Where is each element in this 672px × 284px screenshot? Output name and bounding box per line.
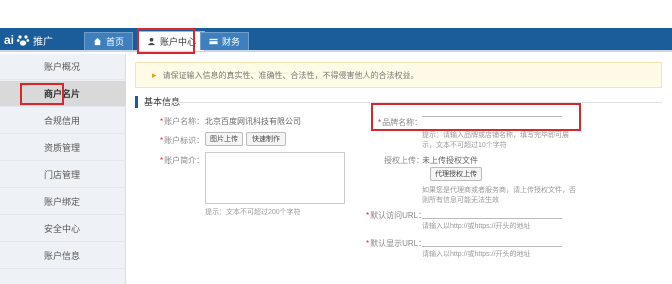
- merchant-name-value: 北京百度网讯科技有限公司: [205, 117, 301, 126]
- tab-finance-label: 财务: [222, 37, 241, 47]
- logo-sub: 推广: [33, 36, 54, 48]
- display-name-label: *品牌名称：: [378, 118, 423, 127]
- default-url-label: *默认访问URL：: [366, 211, 427, 220]
- sidebar-item-label: 门店管理: [44, 170, 81, 180]
- tab-home[interactable]: 首页: [84, 32, 134, 50]
- sidebar-item-compliance[interactable]: 合规信用: [0, 108, 126, 134]
- brand-logo[interactable]: ai 推广: [4, 30, 53, 50]
- sidebar-item-merchant-card[interactable]: 商户名片: [0, 81, 126, 107]
- paw-logo-icon: [16, 35, 30, 46]
- quick-make-button[interactable]: 快速制作: [246, 132, 286, 146]
- sidebar-item-stores[interactable]: 门店管理: [0, 162, 126, 188]
- auth-upload-hint: 如果您是代理商或者服务商，请上传授权文件，否则所有信息可能无法生效: [422, 187, 576, 204]
- sidebar-item-label: 商户名片: [44, 89, 81, 99]
- sidebar-item-qualification[interactable]: 资质管理: [0, 135, 126, 161]
- sidebar: 账户概况 商户名片 合规信用 资质管理 门店管理 账户绑定 安全中心 账户信息: [0, 54, 126, 284]
- sidebar-item-label: 账户信息: [44, 251, 81, 261]
- sidebar-item-label: 账户绑定: [44, 197, 81, 207]
- sidebar-item-binding[interactable]: 账户绑定: [0, 189, 126, 215]
- sidebar-item-label: 合规信用: [44, 116, 81, 126]
- auth-upload-button[interactable]: 代理授权上传: [430, 167, 482, 181]
- sidebar-item-label: 安全中心: [44, 224, 81, 234]
- tab-home-label: 首页: [106, 37, 125, 47]
- intro-textarea[interactable]: [205, 152, 345, 204]
- sidebar-item-label: 资质管理: [44, 143, 81, 153]
- person-icon: [147, 37, 156, 46]
- default-url-input[interactable]: [422, 218, 562, 219]
- tab-account-center-label: 账户中心: [160, 37, 197, 47]
- card-icon: [209, 38, 218, 45]
- display-name-input[interactable]: [422, 116, 562, 117]
- auth-upload-status: 未上传授权文件: [422, 156, 478, 165]
- sidebar-item-security[interactable]: 安全中心: [0, 216, 126, 242]
- sidebar-item-overview[interactable]: 账户概况: [0, 54, 126, 80]
- display-url-label: *默认显示URL：: [366, 239, 427, 248]
- notice-bullet-icon: ▸: [152, 69, 157, 80]
- home-icon: [93, 37, 102, 46]
- notice-bar: ▸ 请保证输入信息的真实性、准确性、合法性，不得侵害他人的合法权益。: [135, 62, 662, 88]
- auth-upload-label: 授权上传：: [384, 156, 424, 165]
- upload-image-button[interactable]: 图片上传: [205, 132, 243, 146]
- display-url-hint: 请输入以http://或https://开头的地址: [422, 251, 531, 258]
- merchant-name-label: *账户名称：: [160, 117, 205, 126]
- tab-account-center[interactable]: 账户中心: [138, 31, 206, 51]
- intro-hint: 提示：文本不可超过200个字符: [205, 209, 301, 216]
- section-divider: [170, 102, 662, 103]
- notice-text: 请保证输入信息的真实性、准确性、合法性，不得侵害他人的合法权益。: [162, 70, 419, 80]
- logo-text: ai: [4, 33, 15, 47]
- intro-label: *账户简介：: [160, 156, 205, 165]
- sidebar-item-account-info[interactable]: 账户信息: [0, 243, 126, 269]
- display-url-input[interactable]: [422, 246, 562, 247]
- merchant-logo-label: *账户标识：: [160, 136, 205, 145]
- default-url-hint: 请输入以http://或https://开头的地址: [422, 223, 531, 230]
- tab-finance[interactable]: 财务: [200, 32, 250, 50]
- display-name-hint: 提示：请输入品牌或店铺名称，填写完毕即可展示，文本不可超过10个字符: [422, 132, 569, 149]
- sidebar-item-label: 账户概况: [44, 62, 81, 72]
